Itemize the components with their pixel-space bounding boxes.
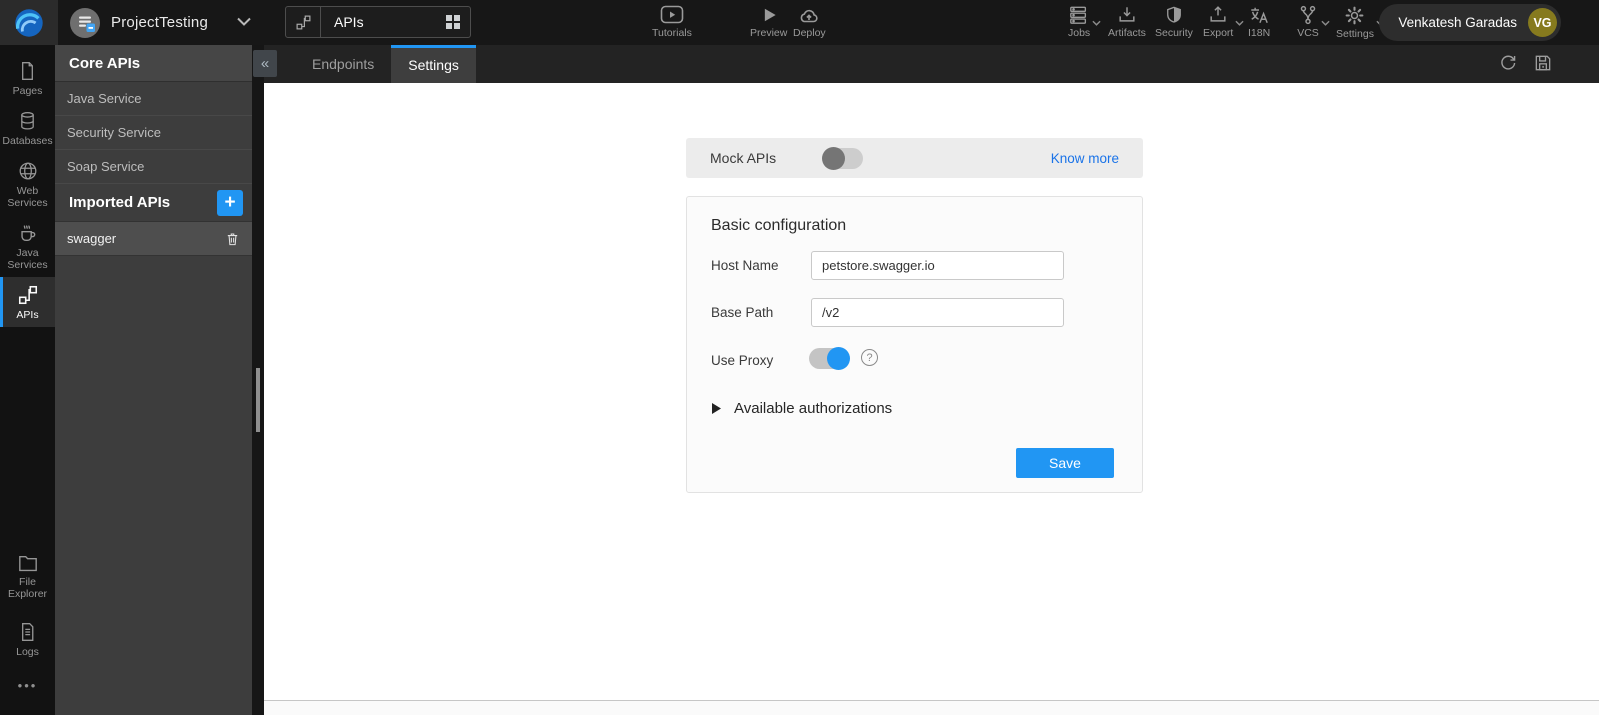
grid-menu-icon[interactable] xyxy=(445,14,461,30)
api-list-panel: Core APIs Java Service Security Service … xyxy=(55,45,252,715)
export-chevron-down-icon xyxy=(1235,20,1244,26)
sidebar-item-logs[interactable]: Logs xyxy=(0,614,55,664)
wavemaker-logo-icon xyxy=(12,6,46,40)
list-item-security-service[interactable]: Security Service xyxy=(55,116,252,150)
api-node-icon xyxy=(17,284,39,306)
export-button[interactable]: Export xyxy=(1203,5,1244,39)
preview-icon xyxy=(759,5,779,25)
sidebar-overflow-button[interactable]: ••• xyxy=(0,678,55,693)
coffee-cup-icon xyxy=(17,222,39,244)
list-item-soap-service[interactable]: Soap Service xyxy=(55,150,252,184)
add-api-button[interactable]: + xyxy=(217,189,243,216)
project-chevron-down-icon[interactable] xyxy=(236,17,252,27)
security-button[interactable]: Security xyxy=(1155,5,1193,39)
mock-apis-toggle[interactable] xyxy=(822,146,864,170)
jobs-icon xyxy=(1068,5,1090,25)
save-icon[interactable] xyxy=(1533,53,1553,73)
save-button[interactable]: Save xyxy=(1016,448,1114,478)
project-name: ProjectTesting xyxy=(111,14,209,31)
use-proxy-label: Use Proxy xyxy=(711,353,774,368)
tab-endpoints[interactable]: Endpoints xyxy=(295,45,391,83)
editor-tabbar: Endpoints Settings xyxy=(264,45,1599,83)
use-proxy-toggle[interactable] xyxy=(809,347,850,370)
settings-button[interactable]: Settings xyxy=(1336,5,1385,40)
help-icon[interactable]: ? xyxy=(861,349,878,366)
artifacts-button[interactable]: Artifacts xyxy=(1108,5,1146,39)
imported-apis-header: Imported APIs + xyxy=(55,184,252,222)
i18n-button[interactable]: I18N xyxy=(1248,5,1270,39)
left-sidebar: Pages Databases Web Services Java Servic… xyxy=(0,45,55,715)
list-item-swagger[interactable]: swagger xyxy=(55,222,252,256)
settings-content: Mock APIs Know more Basic configuration … xyxy=(264,83,1599,700)
basic-configuration-card: Basic configuration Host Name Base Path … xyxy=(686,196,1143,493)
app-logo[interactable] xyxy=(0,0,58,45)
sidebar-item-file-explorer[interactable]: File Explorer xyxy=(0,546,55,606)
base-path-input[interactable] xyxy=(811,298,1064,327)
host-name-input[interactable] xyxy=(811,251,1064,280)
base-path-label: Base Path xyxy=(711,305,774,320)
collapse-panel-button[interactable]: « xyxy=(253,50,277,77)
gear-icon xyxy=(1344,5,1365,26)
jobs-chevron-down-icon xyxy=(1092,20,1101,26)
list-item-java-service[interactable]: Java Service xyxy=(55,82,252,116)
host-name-label: Host Name xyxy=(711,258,779,273)
project-selector[interactable]: ProjectTesting xyxy=(70,0,208,45)
top-header: ProjectTesting APIs Tutorials Preview De… xyxy=(0,0,1599,45)
vcs-button[interactable]: VCS xyxy=(1297,5,1330,39)
sidebar-item-web-services[interactable]: Web Services xyxy=(0,153,55,215)
vcs-chevron-down-icon xyxy=(1321,20,1330,26)
tab-settings[interactable]: Settings xyxy=(391,45,476,83)
delete-icon[interactable] xyxy=(225,231,240,247)
jobs-button[interactable]: Jobs xyxy=(1068,5,1101,39)
tutorials-button[interactable]: Tutorials xyxy=(652,5,692,39)
available-authorizations-expander[interactable]: Available authorizations xyxy=(712,400,892,417)
panel-scrollbar[interactable] xyxy=(252,45,264,715)
scrollbar-thumb[interactable] xyxy=(256,368,260,432)
expand-arrow-icon xyxy=(712,403,721,414)
card-title: Basic configuration xyxy=(711,217,847,234)
sidebar-item-java-services[interactable]: Java Services xyxy=(0,215,55,277)
core-apis-header: Core APIs xyxy=(55,45,252,82)
avatar: VG xyxy=(1528,8,1557,37)
know-more-link[interactable]: Know more xyxy=(1051,151,1119,166)
artifacts-download-icon xyxy=(1116,5,1138,25)
git-branch-icon xyxy=(1297,5,1319,25)
sidebar-item-databases[interactable]: Databases xyxy=(0,103,55,153)
resource-type-selector[interactable]: APIs xyxy=(285,6,471,38)
folder-icon xyxy=(17,553,39,573)
log-file-icon xyxy=(17,621,38,643)
globe-icon xyxy=(17,160,39,182)
pages-icon xyxy=(17,60,38,82)
project-icon xyxy=(70,7,100,38)
database-icon xyxy=(17,110,38,132)
tutorials-icon xyxy=(660,5,684,25)
horizontal-scrollbar[interactable] xyxy=(264,700,1599,715)
sidebar-item-pages[interactable]: Pages xyxy=(0,53,55,103)
selector-label: APIs xyxy=(334,14,364,30)
api-node-icon xyxy=(286,7,321,37)
export-upload-icon xyxy=(1207,5,1229,25)
preview-button[interactable]: Preview xyxy=(750,5,787,39)
security-shield-icon xyxy=(1164,5,1184,25)
sidebar-item-apis[interactable]: APIs xyxy=(0,277,55,328)
user-name: Venkatesh Garadas xyxy=(1398,15,1517,30)
user-menu[interactable]: Venkatesh Garadas VG xyxy=(1379,4,1561,41)
mock-apis-label: Mock APIs xyxy=(710,150,777,166)
deploy-icon xyxy=(797,5,821,25)
deploy-button[interactable]: Deploy xyxy=(793,5,826,39)
refresh-icon[interactable] xyxy=(1498,53,1518,73)
mock-apis-bar: Mock APIs Know more xyxy=(686,138,1143,178)
translate-icon xyxy=(1248,5,1270,25)
